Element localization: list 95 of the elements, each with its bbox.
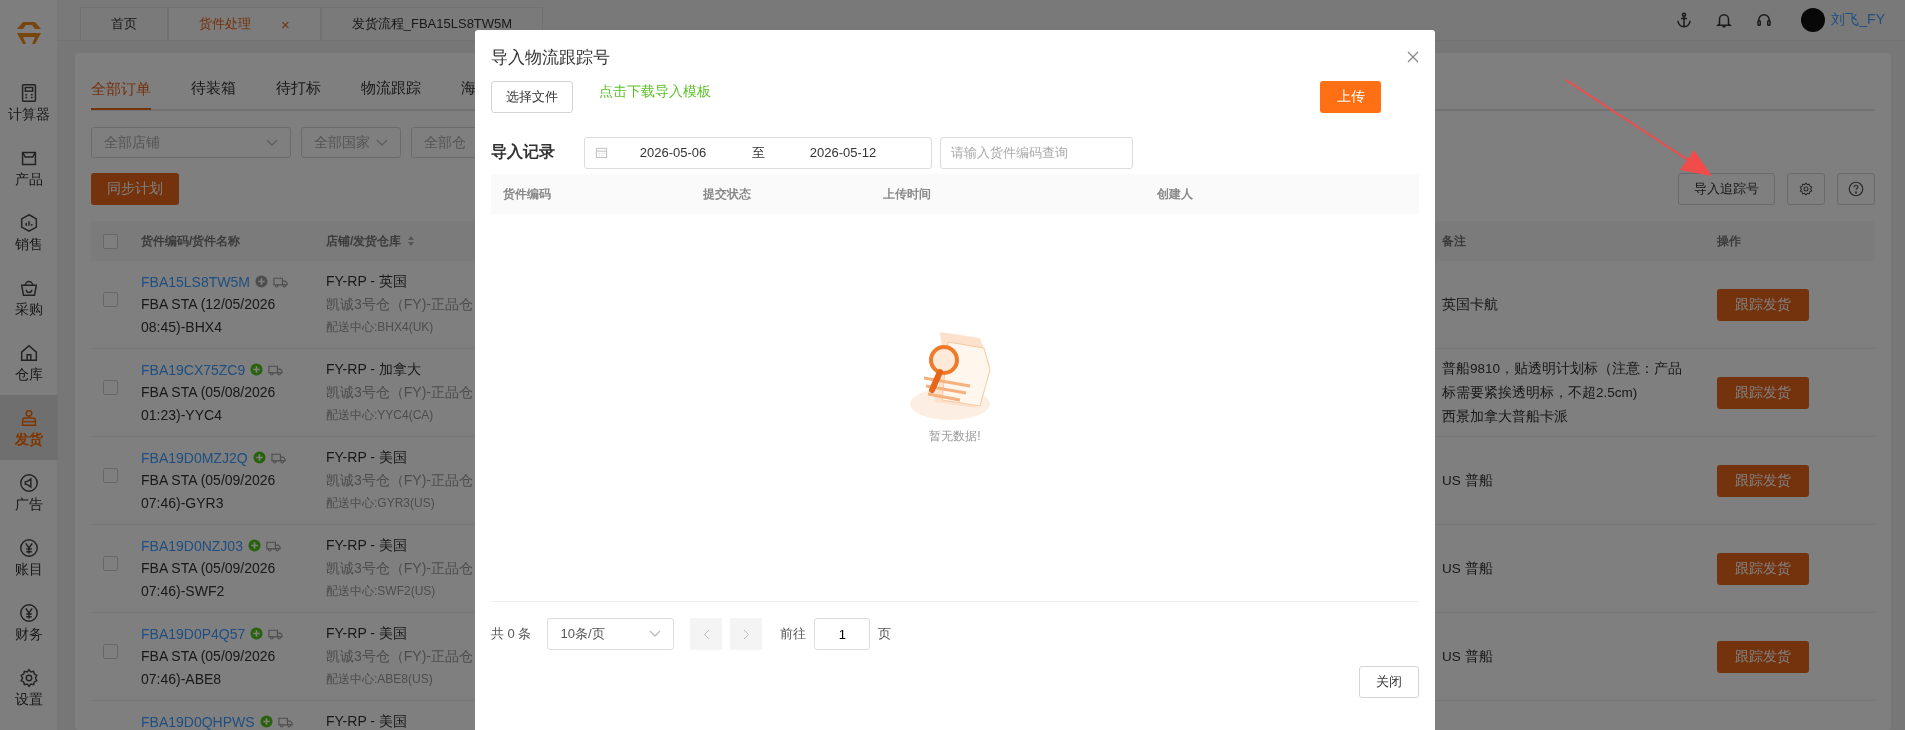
chevron-right-icon — [742, 628, 750, 640]
shipment-code-link[interactable]: FBA19D0P4Q57 — [141, 625, 246, 642]
truck-icon — [268, 363, 284, 376]
track-shipment-button[interactable]: 跟踪发货 — [1717, 288, 1809, 321]
track-shipment-button[interactable]: 跟踪发货 — [1717, 376, 1809, 409]
remark-text: US 普船 — [1442, 647, 1494, 666]
remark-text: US 普船 — [1442, 471, 1494, 490]
page-suffix: 页 — [878, 625, 892, 643]
page-tab[interactable]: 首页 — [80, 7, 168, 40]
goto-label: 前往 — [780, 625, 807, 643]
page-size-select[interactable]: 10条/页 — [547, 618, 675, 650]
sync-plan-button[interactable]: 同步计划 — [91, 172, 179, 205]
settings-button[interactable] — [1787, 172, 1825, 205]
next-page-button[interactable] — [730, 618, 763, 650]
dialog-title: 导入物流跟踪号 — [491, 46, 610, 69]
shipment-code-link[interactable]: FBA19CX75ZC9 — [141, 361, 246, 378]
store-name: FY-RP - 美国 — [326, 624, 407, 643]
shipment-name: FBA STA (05/09/2026 07:46)-ABE8 — [141, 647, 277, 689]
total-count: 共 0 条 — [491, 625, 532, 643]
track-shipment-button[interactable]: 跟踪发货 — [1717, 464, 1809, 497]
sidebar-item[interactable]: 计算器 — [0, 70, 58, 135]
filter-tab[interactable]: 全部订单 — [91, 68, 151, 110]
filter-tab[interactable]: 物流跟踪 — [361, 67, 421, 109]
shipment-name: FBA STA (12/05/2026 08:45)-BHX4 — [141, 295, 277, 337]
shipment-code-link[interactable]: FBA15LS8TW5M — [141, 273, 250, 290]
column-header: 货件编码 — [503, 185, 552, 203]
store-name: FY-RP - 加拿大 — [326, 360, 421, 379]
help-button[interactable] — [1837, 172, 1875, 205]
anchor-icon[interactable] — [1675, 11, 1694, 29]
truck-icon — [265, 539, 281, 552]
column-header: 备注 — [1442, 234, 1466, 248]
shipment-code-link[interactable]: FBA19D0MZJ2Q — [141, 449, 248, 466]
column-header: 店铺/发货仓库 — [326, 232, 402, 250]
date-range-field[interactable]: 2026-05-06 至 2026-05-12 — [584, 136, 932, 169]
chevron-left-icon — [702, 628, 710, 640]
search-field[interactable]: 请输入货件编码查询 — [940, 136, 1133, 169]
upload-button[interactable]: 上传 — [1320, 81, 1381, 113]
help-icon — [1847, 179, 1865, 198]
close-icon[interactable]: × — [281, 15, 290, 33]
sort-icon[interactable] — [407, 235, 416, 247]
shipment-code-link[interactable]: FBA19D0NZJ03 — [141, 537, 243, 554]
column-header: 操作 — [1717, 234, 1741, 248]
avatar[interactable] — [1801, 8, 1826, 32]
filter-tab[interactable]: 待装箱 — [191, 67, 236, 109]
truck-icon — [272, 275, 288, 288]
shipment-name: FBA STA (05/09/2026 07:46)-GYR3 — [141, 471, 277, 513]
store-name: FY-RP - 英国 — [326, 272, 407, 291]
filter-tab[interactable]: 海 — [461, 67, 476, 109]
shipment-code-link[interactable]: FBA19D0QHPWS — [141, 713, 255, 730]
remark-text: 普船9810，贴透明计划标（注意：产品标需要紧挨透明标，不超2.5cm) 西景加拿大普船卡派 — [1442, 359, 1684, 426]
sidebar-item[interactable]: 设置 — [0, 655, 58, 720]
choose-file-button[interactable]: 选择文件 — [491, 81, 573, 113]
shipment-name: FBA STA (05/09/2026 07:46)-SWF2 — [141, 559, 277, 601]
track-shipment-button[interactable]: 跟踪发货 — [1717, 552, 1809, 585]
page-tab[interactable]: 货件处理 × — [168, 7, 321, 40]
megaphone-icon — [17, 471, 40, 494]
column-header: 提交状态 — [703, 185, 752, 203]
column-header: 货件编码/货件名称 — [141, 234, 241, 248]
remark-text: 英国卡航 — [1442, 295, 1499, 314]
sidebar-item[interactable]: 财务 — [0, 590, 58, 655]
caret-icon — [376, 138, 388, 147]
filter-tab[interactable]: 待打标 — [276, 67, 321, 109]
sidebar-item[interactable]: 销售 — [0, 200, 58, 265]
store-name: FY-RP - 美国 — [326, 448, 407, 467]
download-template-link[interactable]: 点击下载导入模板 — [599, 83, 711, 101]
import-tracking-button[interactable]: 导入追踪号 — [1678, 172, 1775, 205]
remark-text: US 普船 — [1442, 559, 1494, 578]
store-name: FY-RP - 美国 — [326, 536, 407, 555]
settings-icon — [1798, 180, 1814, 197]
section-label: 导入记录 — [491, 142, 556, 162]
headset-icon[interactable] — [1755, 11, 1774, 29]
caret-icon — [649, 630, 662, 638]
sidebar-item[interactable]: 广告 — [0, 460, 58, 525]
truck-icon — [268, 627, 284, 640]
caret-icon — [266, 138, 278, 147]
column-header: 上传时间 — [883, 185, 932, 203]
shipment-name: FBA STA (05/08/2026 01:23)-YYC4 — [141, 383, 277, 425]
page-tab[interactable]: 发货流程_FBA15LS8TW5M — [320, 7, 544, 40]
bell-icon[interactable] — [1715, 11, 1734, 29]
close-icon[interactable] — [1407, 51, 1419, 63]
column-header: 创建人 — [1157, 185, 1193, 203]
sidebar-item[interactable]: 采购 — [0, 265, 58, 330]
track-shipment-button[interactable]: 跟踪发货 — [1717, 640, 1809, 673]
page-input[interactable]: 1 — [814, 618, 871, 650]
sidebar-item[interactable]: 账目 — [0, 525, 58, 590]
previous-page-button[interactable] — [690, 618, 723, 650]
yen-icon — [17, 601, 40, 624]
sidebar-item[interactable]: 仓库 — [0, 330, 58, 395]
close-button[interactable]: 关闭 — [1359, 666, 1419, 698]
truck-icon — [270, 451, 286, 464]
empty-state-text: 暂无数据! — [929, 428, 981, 445]
calendar-icon — [595, 146, 608, 159]
sidebar-item[interactable]: 产品 — [0, 135, 58, 200]
yen-icon — [17, 536, 40, 559]
store-name: FY-RP - 美国 — [326, 712, 407, 730]
